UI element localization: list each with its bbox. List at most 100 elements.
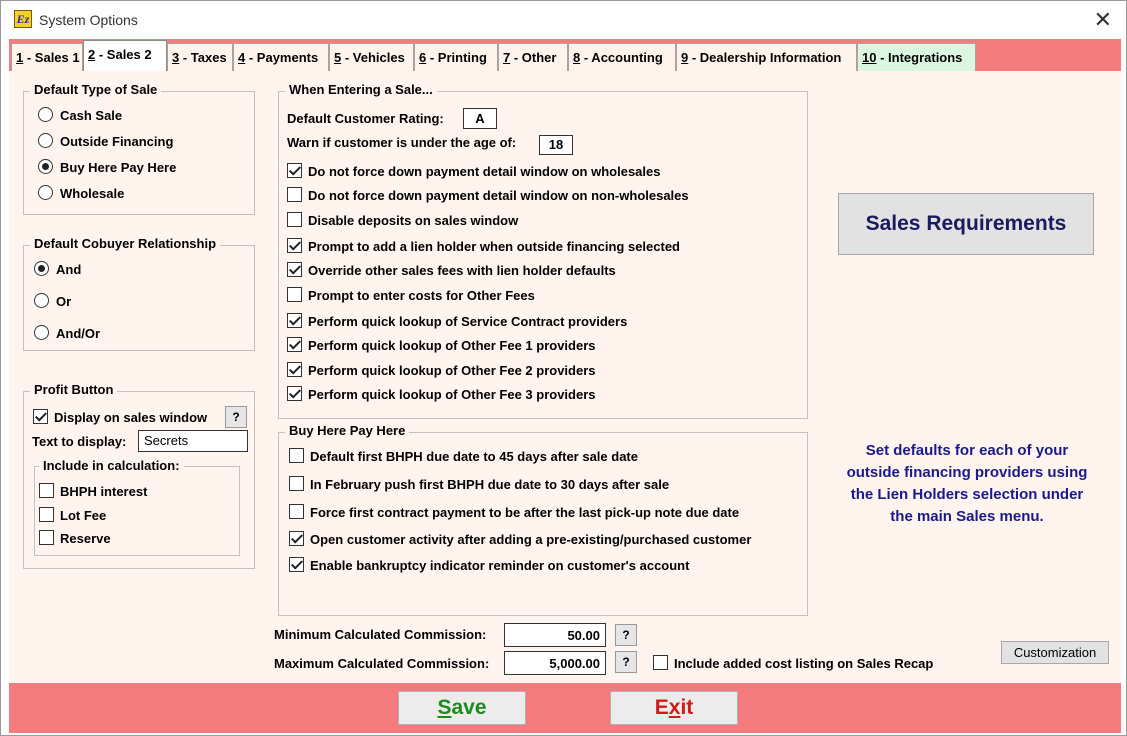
opt-prompt-costs-checkbox[interactable] bbox=[287, 287, 302, 302]
radio-or[interactable] bbox=[34, 293, 49, 308]
opt-prompt-lien-holder-checkbox[interactable] bbox=[287, 238, 302, 253]
tab-label: - Taxes bbox=[179, 50, 227, 65]
tab-label: - Accounting bbox=[580, 50, 663, 65]
checkbox-label: Disable deposits on sales window bbox=[308, 213, 519, 228]
radio-cash-sale[interactable] bbox=[38, 107, 53, 122]
lot-fee-checkbox[interactable] bbox=[39, 507, 54, 522]
radio-and[interactable] bbox=[34, 261, 49, 276]
save-button[interactable]: Save bbox=[398, 691, 526, 725]
opt-override-fees-checkbox[interactable] bbox=[287, 262, 302, 277]
tab-printing[interactable]: 6 - Printing bbox=[414, 43, 498, 71]
checkbox-label: Prompt to enter costs for Other Fees bbox=[308, 288, 535, 303]
checkbox-label: BHPH interest bbox=[60, 484, 148, 499]
group-title: Profit Button bbox=[30, 382, 118, 397]
reserve-checkbox[interactable] bbox=[39, 530, 54, 545]
display-on-sales-window-checkbox[interactable] bbox=[33, 409, 48, 424]
checkbox-label: Do not force down payment detail window … bbox=[308, 188, 689, 203]
max-commission-help-button[interactable]: ? bbox=[615, 651, 637, 673]
opt-lookup-fee1-checkbox[interactable] bbox=[287, 337, 302, 352]
system-options-window: Ez System Options ✕ 1 - Sales 1 2 - Sale… bbox=[0, 0, 1127, 736]
warn-age-input[interactable]: 18 bbox=[539, 135, 573, 155]
bhph-force-first-payment-checkbox[interactable] bbox=[289, 504, 304, 519]
info-line: the Lien Holders selection under bbox=[850, 486, 1084, 503]
profit-button-group: Profit Button Display on sales window ? … bbox=[23, 382, 255, 569]
bhph-open-customer-activity-checkbox[interactable] bbox=[289, 531, 304, 546]
profit-help-button[interactable]: ? bbox=[225, 406, 247, 428]
lien-holders-info-text: Set defaults for each of your outside fi… bbox=[811, 440, 1123, 528]
tab-number: 10 bbox=[862, 50, 877, 65]
opt-no-force-down-non-wholesales-checkbox[interactable] bbox=[287, 187, 302, 202]
exit-button[interactable]: Exit bbox=[610, 691, 738, 725]
radio-label: Wholesale bbox=[60, 186, 125, 201]
radio-label: Buy Here Pay Here bbox=[60, 160, 177, 175]
tab-label: - Other bbox=[510, 50, 557, 65]
checkbox-label: Perform quick lookup of Other Fee 1 prov… bbox=[308, 338, 596, 353]
radio-label: And bbox=[56, 262, 82, 277]
radio-wholesale[interactable] bbox=[38, 185, 53, 200]
tab-other[interactable]: 7 - Other bbox=[498, 43, 568, 71]
warn-age-label: Warn if customer is under the age of: bbox=[287, 135, 517, 150]
bhph-interest-checkbox[interactable] bbox=[39, 483, 54, 498]
opt-disable-deposits-checkbox[interactable] bbox=[287, 212, 302, 227]
checkbox-label: Display on sales window bbox=[54, 410, 208, 425]
window-title: System Options bbox=[39, 12, 138, 28]
radio-buy-here-pay-here[interactable] bbox=[38, 159, 53, 174]
opt-no-force-down-wholesales-checkbox[interactable] bbox=[287, 163, 302, 178]
save-hotkey: S bbox=[437, 696, 452, 719]
tab-integrations[interactable]: 10 - Integrations bbox=[857, 43, 976, 71]
include-cost-recap-checkbox[interactable] bbox=[653, 655, 668, 670]
save-label: ave bbox=[451, 696, 487, 719]
bhph-bankruptcy-reminder-checkbox[interactable] bbox=[289, 557, 304, 572]
min-commission-help-button[interactable]: ? bbox=[615, 624, 637, 646]
radio-and-or[interactable] bbox=[34, 325, 49, 340]
text-to-display-input[interactable]: Secrets bbox=[138, 430, 248, 452]
checkbox-label: Include added cost listing on Sales Reca… bbox=[674, 656, 934, 671]
default-customer-rating-label: Default Customer Rating: bbox=[287, 111, 444, 126]
max-commission-input[interactable]: 5,000.00 bbox=[504, 651, 606, 675]
text-to-display-label: Text to display: bbox=[32, 434, 127, 449]
info-line: outside financing providers using bbox=[846, 464, 1088, 481]
checkbox-label: Override other sales fees with lien hold… bbox=[308, 263, 616, 278]
tab-label: - Sales 2 bbox=[95, 47, 152, 62]
tab-label: - Printing bbox=[426, 50, 487, 65]
checkbox-label: Open customer activity after adding a pr… bbox=[310, 532, 752, 547]
bhph-default-45-days-checkbox[interactable] bbox=[289, 448, 304, 463]
customization-button[interactable]: Customization bbox=[1001, 641, 1109, 664]
min-commission-input[interactable]: 50.00 bbox=[504, 623, 606, 647]
checkbox-label: Perform quick lookup of Service Contract… bbox=[308, 314, 628, 329]
info-line: Set defaults for each of your bbox=[865, 442, 1069, 459]
radio-outside-financing[interactable] bbox=[38, 133, 53, 148]
default-type-of-sale-group: Default Type of Sale Cash Sale Outside F… bbox=[23, 82, 255, 215]
opt-lookup-fee2-checkbox[interactable] bbox=[287, 362, 302, 377]
checkbox-label: Lot Fee bbox=[60, 508, 107, 523]
group-title: Default Cobuyer Relationship bbox=[30, 236, 221, 251]
max-commission-label: Maximum Calculated Commission: bbox=[274, 656, 490, 671]
tab-label: - Vehicles bbox=[341, 50, 405, 65]
exit-label-end: it bbox=[680, 696, 694, 719]
tab-dealership-information[interactable]: 9 - Dealership Information bbox=[676, 43, 857, 71]
tab-label: - Integrations bbox=[876, 50, 963, 65]
tab-sales-2[interactable]: 2 - Sales 2 bbox=[83, 40, 167, 71]
bhph-february-push-checkbox[interactable] bbox=[289, 476, 304, 491]
checkbox-label: Perform quick lookup of Other Fee 3 prov… bbox=[308, 387, 596, 402]
include-in-calculation-group: Include in calculation: BHPH interest Lo… bbox=[34, 458, 240, 556]
tab-payments[interactable]: 4 - Payments bbox=[233, 43, 329, 71]
opt-lookup-service-contract-checkbox[interactable] bbox=[287, 313, 302, 328]
radio-label: And/Or bbox=[56, 326, 101, 341]
tab-content-panel: Default Type of Sale Cash Sale Outside F… bbox=[9, 71, 1121, 683]
exit-hotkey: x bbox=[668, 696, 681, 719]
close-icon[interactable]: ✕ bbox=[1094, 7, 1112, 33]
sales-requirements-button[interactable]: Sales Requirements bbox=[838, 193, 1094, 255]
tab-strip: 1 - Sales 1 2 - Sales 2 3 - Taxes 4 - Pa… bbox=[9, 39, 1121, 71]
title-bar: Ez System Options ✕ bbox=[1, 1, 1126, 39]
customer-rating-input[interactable]: A bbox=[463, 108, 497, 129]
buy-here-pay-here-group: Buy Here Pay Here Default first BHPH due… bbox=[278, 423, 808, 616]
tab-vehicles[interactable]: 5 - Vehicles bbox=[329, 43, 414, 71]
tab-taxes[interactable]: 3 - Taxes bbox=[167, 43, 233, 71]
tab-sales-1[interactable]: 1 - Sales 1 bbox=[11, 43, 83, 71]
checkbox-label: Do not force down payment detail window … bbox=[308, 164, 661, 179]
tab-accounting[interactable]: 8 - Accounting bbox=[568, 43, 676, 71]
opt-lookup-fee3-checkbox[interactable] bbox=[287, 386, 302, 401]
tab-label: - Dealership Information bbox=[688, 50, 842, 65]
footer-bar: Save Exit bbox=[9, 683, 1121, 733]
